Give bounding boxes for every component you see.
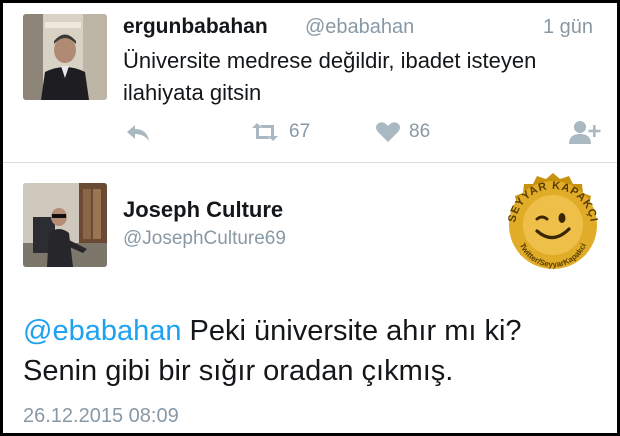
tweet-date[interactable]: 26.12.2015 08:09 bbox=[23, 405, 179, 428]
author-name[interactable]: Joseph Culture bbox=[123, 197, 283, 223]
tweet-text: Üniversite medrese değildir, ibadet iste… bbox=[123, 48, 537, 105]
tweet-text-line2: Senin gibi bir sığır oradan çıkmış. bbox=[23, 355, 454, 387]
follow-button[interactable] bbox=[569, 119, 601, 145]
seyyar-kapakci-watermark: SEYYAR KAPAKÇI Twitter/SeyyarKapakci bbox=[497, 169, 609, 281]
tweet-ergunbabahan[interactable]: ergunbabahan @ebabahan 1 gün Üniversite … bbox=[3, 3, 617, 163]
heart-icon bbox=[375, 121, 401, 143]
tweet-timestamp[interactable]: 1 gün bbox=[543, 16, 593, 39]
tweet-actions: 67 86 bbox=[3, 117, 617, 151]
tweet-text: @ebabahan Peki üniversite ahır mı ki? Se… bbox=[23, 311, 613, 391]
author-handle[interactable]: @ebabahan bbox=[305, 16, 414, 39]
avatar[interactable] bbox=[23, 183, 107, 267]
like-button[interactable]: 86 bbox=[375, 121, 430, 143]
screenshot-frame: ergunbabahan @ebabahan 1 gün Üniversite … bbox=[3, 3, 617, 433]
follow-icon bbox=[569, 119, 601, 145]
like-count: 86 bbox=[409, 121, 431, 142]
avatar[interactable] bbox=[23, 14, 107, 100]
author-handle[interactable]: @JosephCulture69 bbox=[123, 228, 286, 250]
tweet-divider bbox=[3, 162, 617, 163]
retweet-count: 67 bbox=[289, 121, 311, 142]
mention-link[interactable]: @ebabahan bbox=[23, 315, 181, 347]
retweet-button[interactable]: 67 bbox=[249, 121, 310, 143]
retweet-icon bbox=[249, 121, 281, 143]
reply-icon bbox=[125, 123, 151, 143]
tweet-text-line1: Peki üniversite ahır mı ki? bbox=[181, 315, 522, 347]
author-name[interactable]: ergunbabahan bbox=[123, 15, 268, 39]
reply-button[interactable] bbox=[125, 123, 151, 143]
